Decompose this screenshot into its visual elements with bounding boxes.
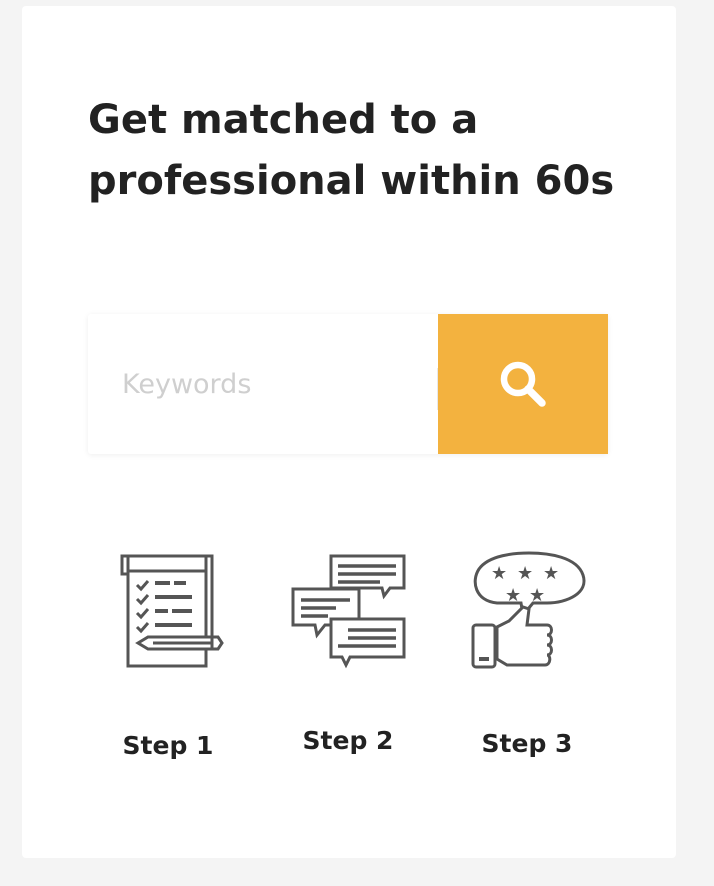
step-3: ★ ★ ★ ★ ★ Step 3 (452, 551, 602, 758)
page-title: Get matched to a professional within 60s (88, 90, 628, 212)
search-bar (88, 314, 608, 454)
rating-thumbs-up-icon: ★ ★ ★ ★ ★ (471, 551, 586, 669)
page-title-line-1: Get matched to a (88, 97, 479, 143)
search-input[interactable] (88, 314, 438, 454)
step-3-label: Step 3 (481, 729, 573, 758)
svg-text:★: ★ (543, 563, 559, 584)
page-title-line-2: professional within 60s (88, 158, 615, 204)
checklist-icon (120, 554, 224, 668)
svg-text:★: ★ (505, 585, 521, 606)
svg-text:★: ★ (517, 563, 533, 584)
step-2: Step 2 (273, 551, 423, 755)
search-icon (500, 361, 546, 407)
match-card: Get matched to a professional within 60s (22, 6, 676, 858)
step-1: Step 1 (93, 551, 243, 760)
step-1-label: Step 1 (122, 731, 214, 760)
chat-bubbles-icon (291, 554, 406, 669)
svg-text:★: ★ (529, 585, 545, 606)
step-2-label: Step 2 (302, 726, 394, 755)
svg-text:★: ★ (491, 563, 507, 584)
search-button[interactable] (438, 314, 608, 454)
